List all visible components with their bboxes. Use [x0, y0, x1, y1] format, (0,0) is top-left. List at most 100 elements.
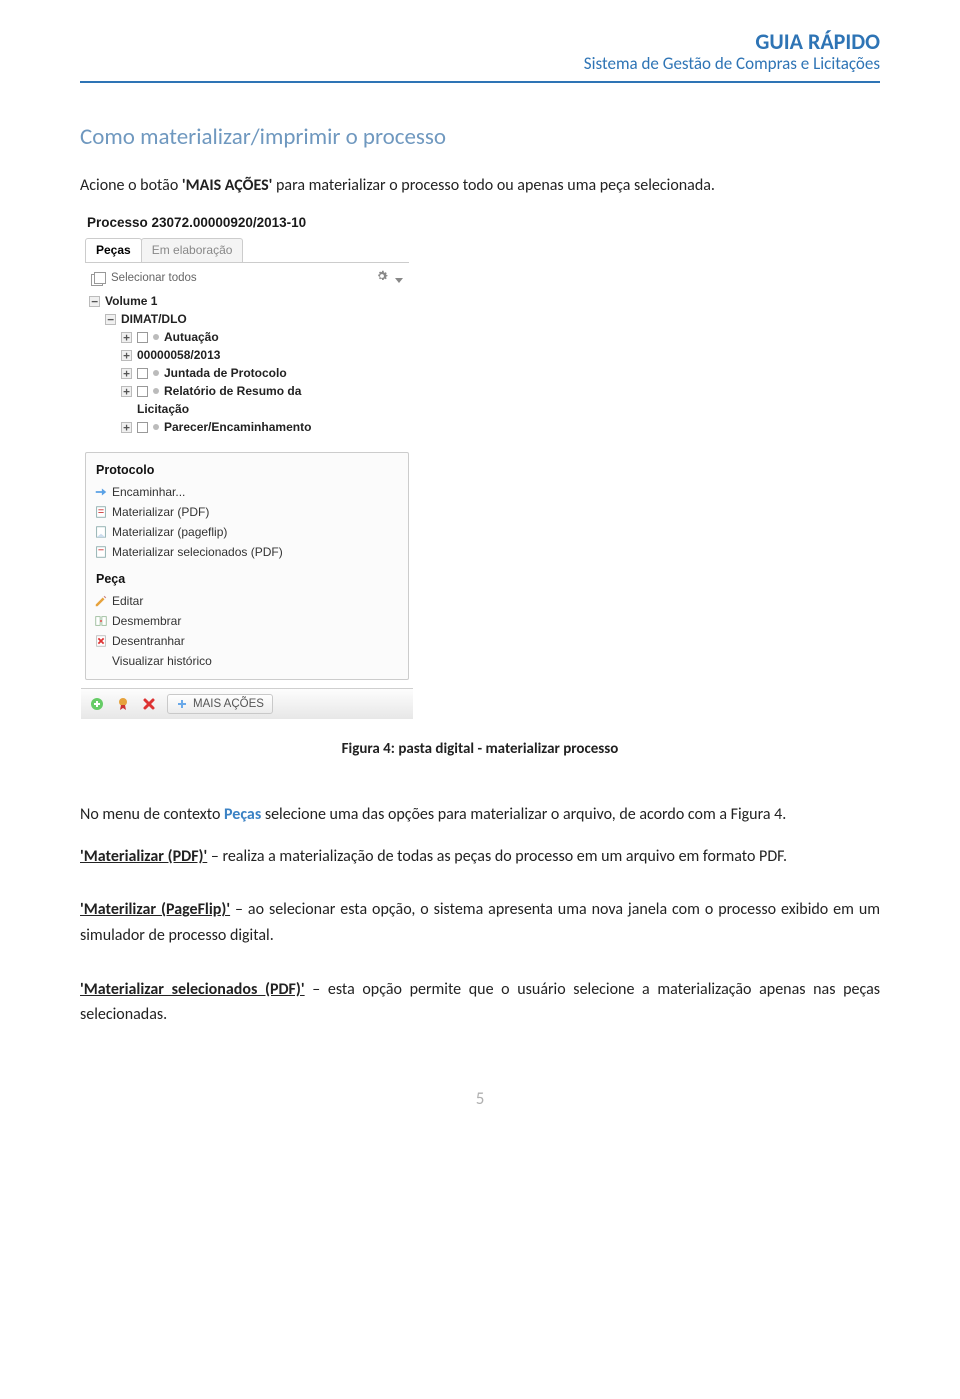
tree-relatorio-label: Relatório de Resumo da [164, 384, 301, 398]
def-materializar-sel: 'Materializar selecionados (PDF)' – esta… [80, 977, 880, 1028]
collapse-icon[interactable] [89, 296, 100, 307]
section-heading: Como materializar/imprimir o processo [80, 123, 880, 151]
ctx-peca-head: Peça [86, 568, 408, 591]
ctx-editar-label: Editar [112, 594, 143, 608]
ctx-mat-pdf[interactable]: Materializar (PDF) [86, 502, 408, 522]
split-icon [94, 614, 108, 628]
expand-icon[interactable] [121, 350, 132, 361]
toolbar-row: Selecionar todos [81, 263, 413, 290]
tree-view: Volume 1 DIMAT/DLO Autuação 00000058/201… [81, 290, 413, 446]
header-rule [80, 81, 880, 83]
figure-4: Processo 23072.00000920/2013-10 Peças Em… [80, 208, 880, 720]
tree-autuacao-label: Autuação [164, 330, 219, 344]
expand-icon[interactable] [121, 422, 132, 433]
extract-icon [94, 634, 108, 648]
chevron-down-icon [395, 278, 403, 283]
ctx-visualizar-label: Visualizar histórico [112, 654, 212, 668]
tab-em-elaboracao[interactable]: Em elaboração [141, 238, 244, 262]
context-menu: Protocolo Encaminhar... Materializar (PD… [85, 452, 409, 680]
ctx-mat-sel[interactable]: Materializar selecionados (PDF) [86, 542, 408, 562]
select-all-icon [91, 272, 105, 284]
ctx-desentranhar-label: Desentranhar [112, 634, 185, 648]
ctx-encaminhar-label: Encaminhar... [112, 485, 185, 499]
ctx-mat-pdf-label: Materializar (PDF) [112, 505, 209, 519]
ctx-mat-sel-label: Materializar selecionados (PDF) [112, 545, 283, 559]
mais-acoes-label: MAIS AÇÕES [193, 698, 264, 710]
pageflip-icon [94, 525, 108, 539]
header-subtitle: Sistema de Gestão de Compras e Licitaçõe… [80, 54, 880, 74]
def-materializar-pdf: 'Materializar (PDF)' – realiza a materia… [80, 844, 880, 870]
delete-icon[interactable] [141, 696, 157, 712]
tree-parecer[interactable]: Parecer/Encaminhamento [89, 418, 407, 436]
tree-dimat-label: DIMAT/DLO [121, 312, 187, 326]
def3-term: 'Materializar selecionados (PDF)' [80, 980, 305, 999]
bottom-toolbar: MAIS AÇÕES [81, 688, 413, 719]
tree-licitacao: Licitação [89, 400, 407, 418]
intro-paragraph: Acione o botão 'MAIS AÇÕES' para materia… [80, 173, 880, 199]
mais-acoes-button[interactable]: MAIS AÇÕES [167, 694, 273, 714]
status-dot-icon [153, 388, 159, 394]
ctx-desmembrar-label: Desmembrar [112, 614, 181, 628]
checkbox[interactable] [137, 332, 148, 343]
checkbox[interactable] [137, 386, 148, 397]
status-dot-icon [153, 370, 159, 376]
tree-volume-label: Volume 1 [105, 294, 157, 308]
tree-dimat[interactable]: DIMAT/DLO [89, 310, 407, 328]
gear-icon [375, 269, 389, 283]
document-page: GUIA RÁPIDO Sistema de Gestão de Compras… [0, 0, 960, 1149]
collapse-icon[interactable] [105, 314, 116, 325]
tree-juntada-label: Juntada de Protocolo [164, 366, 287, 380]
tree-licitacao-label: Licitação [137, 402, 189, 416]
window-title: Processo 23072.00000920/2013-10 [81, 209, 413, 238]
status-dot-icon [153, 424, 159, 430]
tree-autuacao[interactable]: Autuação [89, 328, 407, 346]
header-title: GUIA RÁPIDO [80, 30, 880, 54]
para2-pre: No menu de contexto [80, 805, 224, 824]
tree-parecer-label: Parecer/Encaminhamento [164, 420, 311, 434]
ctx-desentranhar[interactable]: Desentranhar [86, 631, 408, 651]
para2-pecas: Peças [224, 805, 261, 824]
figure-caption: Figura 4: pasta digital - materializar p… [80, 740, 880, 758]
tree-numero-label: 00000058/2013 [137, 348, 220, 362]
expand-icon[interactable] [121, 368, 132, 379]
ctx-protocolo-head: Protocolo [86, 459, 408, 482]
expand-icon[interactable] [121, 332, 132, 343]
ctx-editar[interactable]: Editar [86, 591, 408, 611]
forward-icon [94, 485, 108, 499]
intro-post: para materializar o processo todo ou ape… [272, 176, 715, 195]
ui-screenshot: Processo 23072.00000920/2013-10 Peças Em… [80, 208, 414, 720]
def1-term: 'Materializar (PDF)' [80, 847, 207, 866]
ctx-mat-pageflip[interactable]: Materializar (pageflip) [86, 522, 408, 542]
award-icon[interactable] [115, 696, 131, 712]
tree-relatorio[interactable]: Relatório de Resumo da [89, 382, 407, 400]
def2-term: 'Materilizar (PageFlip)' [80, 900, 230, 919]
tab-strip: Peças Em elaboração [85, 238, 409, 263]
intro-bold: 'MAIS AÇÕES' [182, 176, 272, 195]
select-all-label[interactable]: Selecionar todos [111, 272, 197, 284]
ctx-visualizar[interactable]: Visualizar histórico [86, 651, 408, 671]
plus-icon [176, 698, 188, 710]
edit-icon [94, 594, 108, 608]
gear-menu[interactable] [375, 269, 403, 286]
para2-post: selecione uma das opções para materializ… [261, 805, 786, 824]
def-materializar-pageflip: 'Materilizar (PageFlip)' – ao selecionar… [80, 897, 880, 948]
expand-icon[interactable] [121, 386, 132, 397]
tree-numero[interactable]: 00000058/2013 [89, 346, 407, 364]
para-menu-contexto: No menu de contexto Peças selecione uma … [80, 802, 880, 828]
pdf-icon [94, 505, 108, 519]
ctx-encaminhar[interactable]: Encaminhar... [86, 482, 408, 502]
checkbox[interactable] [137, 368, 148, 379]
intro-pre: Acione o botão [80, 176, 182, 195]
history-icon [94, 654, 108, 668]
tree-juntada[interactable]: Juntada de Protocolo [89, 364, 407, 382]
tab-pecas[interactable]: Peças [85, 238, 142, 262]
tree-volume[interactable]: Volume 1 [89, 292, 407, 310]
pdf-sel-icon [94, 545, 108, 559]
page-number: 5 [80, 1088, 880, 1109]
checkbox[interactable] [137, 422, 148, 433]
def1-rest: – realiza a materialização de todas as p… [207, 847, 787, 866]
ctx-mat-pageflip-label: Materializar (pageflip) [112, 525, 227, 539]
status-dot-icon [153, 334, 159, 340]
add-icon[interactable] [89, 696, 105, 712]
ctx-desmembrar[interactable]: Desmembrar [86, 611, 408, 631]
